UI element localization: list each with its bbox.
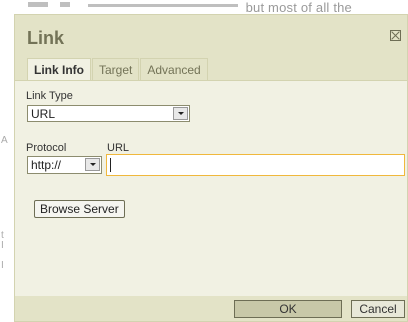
tab-advanced[interactable]: Advanced — [140, 58, 208, 80]
url-label: URL — [107, 142, 130, 154]
background-left-edge: A t I I — [1, 135, 8, 271]
ok-button[interactable]: OK — [234, 300, 342, 318]
tab-panel-link-info: Link Type URL Protocol URL http:// Brows… — [15, 80, 407, 297]
background-smudge — [28, 2, 48, 7]
text-caret — [110, 158, 111, 172]
link-type-select[interactable]: URL — [27, 105, 190, 122]
background-page: but most of all the — [0, 0, 408, 15]
link-type-label: Link Type — [26, 90, 73, 102]
tab-target[interactable]: Target — [92, 58, 140, 80]
protocol-select[interactable]: http:// — [27, 156, 102, 174]
dialog-footer: OK Cancel — [15, 296, 407, 321]
tab-link-info[interactable]: Link Info — [27, 58, 91, 81]
protocol-value: http:// — [31, 158, 62, 172]
url-input[interactable] — [106, 154, 405, 176]
protocol-label: Protocol — [26, 142, 67, 154]
chevron-down-icon[interactable] — [173, 107, 188, 120]
link-type-value: URL — [31, 107, 56, 121]
chevron-down-icon[interactable] — [85, 158, 100, 171]
cancel-button[interactable]: Cancel — [351, 300, 405, 318]
background-smudge — [88, 4, 238, 7]
background-smudge — [60, 2, 70, 7]
dialog-title: Link — [27, 28, 65, 48]
background-text: but most of all the — [245, 0, 352, 15]
tab-bar: Link Info Target Advanced — [27, 58, 209, 81]
link-dialog: Link Link Info Target Advanced Link Type… — [14, 14, 408, 322]
close-icon[interactable] — [390, 30, 401, 41]
browse-server-button[interactable]: Browse Server — [34, 200, 125, 218]
